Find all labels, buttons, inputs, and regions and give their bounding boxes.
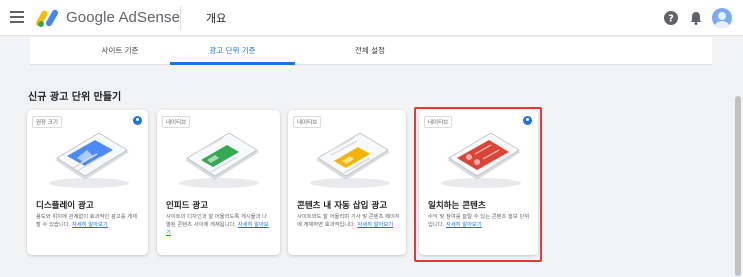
- learn-more-link[interactable]: 자세히 알아보기: [72, 222, 108, 228]
- tab-ad-unit[interactable]: 광고 단위 기준: [170, 37, 295, 65]
- infeed-ad-card[interactable]: 네이티브 인피드 광고 사이트의 디자인과 잘 어울리도록 게시물과 나열된 콘…: [157, 110, 280, 255]
- adsense-logo-icon: [36, 9, 58, 27]
- card-title: 디스플레이 광고: [36, 201, 94, 211]
- card-title: 인피드 광고: [166, 201, 209, 211]
- display-ad-illustration-icon: [49, 132, 129, 188]
- learn-more-link[interactable]: 자세히 알아보기: [357, 222, 393, 228]
- page-title: 개요: [206, 12, 227, 25]
- help-icon[interactable]: ?: [663, 10, 679, 26]
- inarticle-ad-card[interactable]: 네이티브 콘텐츠 내 자동 삽입 광고 사이트와도 잘 어울리며 기사 및 콘텐…: [288, 110, 406, 255]
- display-ad-card[interactable]: 권장 크기 디스플레이 광고 용도와 위치에 관계없이 효과적인 광고를 게재할…: [27, 110, 148, 255]
- tab-bar: 사이트 기준 광고 단위 기준 전체 설정: [30, 37, 712, 65]
- card-badge: 권장 크기: [32, 116, 62, 128]
- bell-icon[interactable]: [688, 10, 704, 26]
- selection-highlight: [414, 107, 542, 262]
- card-title: 콘텐츠 내 자동 삽입 광고: [297, 201, 388, 211]
- brand-wordmark: Google AdSense: [66, 9, 180, 26]
- info-icon[interactable]: [133, 116, 142, 125]
- avatar[interactable]: [712, 8, 732, 28]
- infeed-ad-illustration-icon: [179, 132, 259, 188]
- tab-global-settings[interactable]: 전체 설정: [310, 37, 430, 65]
- brand-adsense: AdSense: [118, 9, 181, 26]
- menu-icon[interactable]: [10, 11, 24, 23]
- inarticle-ad-illustration-icon: [310, 132, 390, 188]
- card-badge: 네이티브: [162, 116, 191, 128]
- scrollbar[interactable]: [735, 96, 741, 276]
- svg-text:?: ?: [668, 14, 674, 25]
- card-description: 용도와 위치에 관계없이 효과적인 광고를 게재할 수 있습니다. 자세히 알아…: [36, 213, 139, 229]
- card-description: 사이트와도 잘 어울리며 기사 및 콘텐츠 페이지에 게재하면 효과적입니다. …: [297, 213, 400, 229]
- section-title: 신규 광고 단위 만들기: [28, 92, 122, 103]
- brand-google: Google: [66, 9, 115, 26]
- top-app-bar: Google AdSense 개요 ?: [0, 0, 743, 36]
- card-badge: 네이티브: [293, 116, 322, 128]
- card-description: 사이트의 디자인과 잘 어울리도록 게시물과 나열된 콘텐츠 사이에 게재됩니다…: [166, 213, 269, 238]
- tab-site[interactable]: 사이트 기준: [60, 37, 180, 65]
- header-divider: [180, 6, 181, 30]
- avatar-silhouette-icon: [715, 12, 729, 28]
- tab-active-indicator: [170, 62, 295, 65]
